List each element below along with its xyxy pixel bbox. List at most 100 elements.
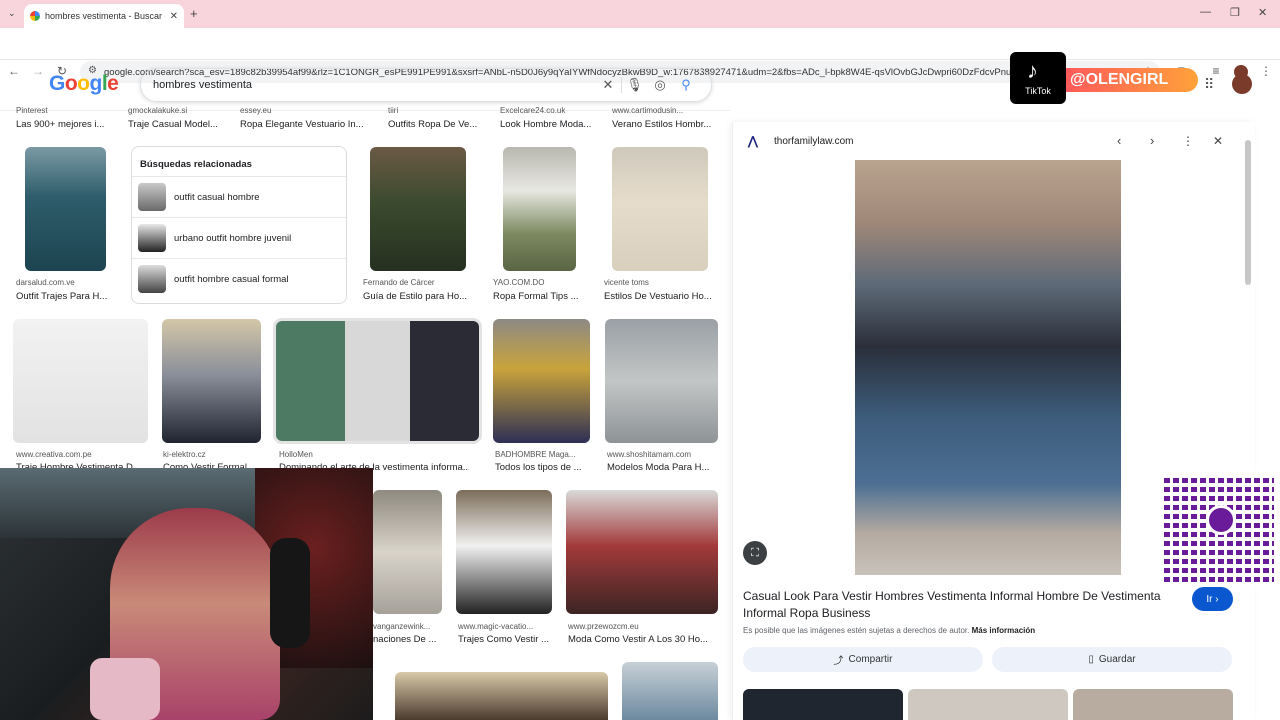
related-preview-image[interactable]	[1073, 689, 1233, 720]
related-item[interactable]: outfit casual hombre	[132, 176, 346, 217]
result-caption[interactable]: Guía de Estilo para Ho...	[363, 291, 473, 302]
result-image[interactable]	[162, 319, 261, 443]
visit-button[interactable]: Ir ›	[1192, 587, 1233, 611]
panel-more-icon[interactable]: ⋮	[1182, 134, 1194, 148]
tiktok-handle: @OLENGIRL	[1070, 71, 1169, 88]
panel-close-icon[interactable]: ✕	[1213, 134, 1223, 148]
copyright-notice: Es posible que las imágenes estén sujeta…	[743, 626, 1035, 635]
tiktok-label: TikTok	[1025, 86, 1051, 96]
related-item[interactable]: outfit hombre casual formal	[132, 258, 346, 299]
window-close-icon[interactable]: ✕	[1258, 6, 1267, 19]
result-caption[interactable]: Verano Estilos Hombr...	[612, 119, 717, 130]
result-caption[interactable]: Moda Como Vestir A Los 30 Ho...	[568, 634, 718, 645]
visit-label: Ir	[1206, 593, 1213, 605]
result-source: essey.eu	[240, 106, 272, 115]
preview-image[interactable]	[855, 160, 1121, 575]
result-image[interactable]	[503, 147, 576, 271]
related-heading: Búsquedas relacionadas	[140, 159, 252, 170]
copyright-text: Es posible que las imágenes estén sujeta…	[743, 626, 970, 635]
result-caption[interactable]: Modelos Moda Para H...	[607, 462, 719, 473]
panel-site-name[interactable]: thorfamilylaw.com	[774, 136, 853, 147]
forward-icon[interactable]: →	[30, 64, 46, 78]
search-input[interactable]: hombres vestimenta	[153, 79, 595, 91]
clear-icon[interactable]: ✕	[595, 77, 621, 93]
tiktok-logo: ♪ TikTok	[1010, 52, 1066, 104]
save-button[interactable]: ▯ Guardar	[992, 647, 1232, 672]
panel-prev-icon[interactable]: ‹	[1117, 133, 1121, 148]
result-caption[interactable]: Look Hombre Moda...	[500, 119, 600, 130]
apps-grid-icon[interactable]: ⠿	[1204, 76, 1214, 93]
google-logo[interactable]: Google	[49, 72, 119, 96]
result-caption[interactable]: naciones De ...	[373, 634, 443, 645]
result-source: darsalud.com.ve	[16, 278, 75, 287]
panel-image-title[interactable]: Casual Look Para Vestir Hombres Vestimen…	[743, 588, 1183, 622]
related-item[interactable]: urbano outfit hombre juvenil	[132, 217, 346, 258]
result-caption[interactable]: Outfit Trajes Para H...	[16, 291, 126, 302]
share-button[interactable]: ⤴ Compartir	[743, 647, 983, 672]
result-source: www.shoshitamam.com	[607, 450, 692, 459]
more-info-link[interactable]: Más información	[972, 626, 1036, 635]
result-caption[interactable]: Las 900+ mejores i...	[16, 119, 116, 130]
result-image[interactable]	[370, 147, 466, 271]
tab-bar: ⌄ hombres vestimenta - Buscar co ✕ + — ❐…	[0, 0, 1280, 28]
related-label: urbano outfit hombre juvenil	[174, 232, 292, 244]
result-image[interactable]	[605, 319, 718, 443]
result-image[interactable]	[612, 147, 708, 271]
result-source: www.magic-vacatio...	[458, 622, 534, 631]
result-caption[interactable]: Trajes Como Vestir ...	[458, 634, 554, 645]
share-label: Compartir	[848, 654, 893, 665]
share-icon: ⤴	[833, 656, 844, 667]
related-label: outfit hombre casual formal	[174, 273, 289, 285]
result-source: www.cartimodusin...	[612, 106, 684, 115]
result-caption[interactable]: Todos los tipos de ...	[495, 462, 591, 473]
result-caption[interactable]: Ropa Elegante Vestuario In...	[240, 119, 370, 130]
tiktok-note-icon: ♪	[1027, 58, 1038, 83]
browser-menu-icon[interactable]: ⋮	[1258, 64, 1274, 78]
result-image[interactable]	[622, 662, 718, 720]
result-source: gmockalakuke.si	[128, 106, 188, 115]
result-caption[interactable]: Ropa Formal Tips ...	[493, 291, 593, 302]
google-favicon-icon	[30, 11, 40, 21]
tiktok-handle-banner: @OLENGIRL	[1066, 68, 1198, 92]
related-preview-image[interactable]	[908, 689, 1068, 720]
result-image[interactable]	[373, 490, 442, 614]
lens-search-icon[interactable]: ⛶	[743, 541, 767, 565]
panel-scrollbar[interactable]	[1245, 140, 1251, 285]
panel-next-icon[interactable]: ›	[1150, 133, 1154, 148]
result-source: Fernando de Cárcer	[363, 278, 435, 287]
browser-tab[interactable]: hombres vestimenta - Buscar co ✕	[24, 4, 184, 28]
related-preview-image[interactable]	[743, 689, 903, 720]
result-caption[interactable]: Estilos De Vestuario Ho...	[604, 291, 716, 302]
voice-search-icon[interactable]: 🎙	[621, 77, 647, 93]
webcam-overlay	[0, 468, 373, 720]
minimize-icon[interactable]: —	[1200, 6, 1211, 18]
new-tab-icon[interactable]: +	[190, 6, 198, 21]
search-box[interactable]: hombres vestimenta ✕ 🎙 ◎ ⚲	[140, 68, 712, 102]
result-source: vanganzewink...	[373, 622, 431, 631]
address-bar: ← → ↻ ⚙ google.com/search?sca_esv=189c82…	[0, 28, 1280, 83]
result-image[interactable]	[13, 319, 148, 443]
webcam-microphone	[270, 538, 310, 648]
account-avatar[interactable]	[1232, 74, 1252, 94]
related-thumb	[138, 183, 166, 211]
restore-icon[interactable]: ❐	[1230, 6, 1240, 19]
back-icon[interactable]: ←	[6, 64, 22, 78]
tab-close-icon[interactable]: ✕	[170, 11, 178, 22]
result-image-selected[interactable]	[276, 321, 479, 441]
result-image[interactable]	[25, 147, 106, 271]
result-image[interactable]	[456, 490, 552, 614]
result-image[interactable]	[395, 672, 608, 720]
tab-list-chevron-icon[interactable]: ⌄	[8, 8, 16, 19]
result-source: Excelcare24.co.uk	[500, 106, 566, 115]
result-image[interactable]	[493, 319, 590, 443]
lens-icon[interactable]: ◎	[647, 77, 673, 93]
result-caption[interactable]: Traje Casual Model...	[128, 119, 228, 130]
search-icon[interactable]: ⚲	[673, 77, 699, 93]
site-favicon-icon: ⋀	[748, 134, 758, 148]
related-searches: Búsquedas relacionadas outfit casual hom…	[131, 146, 347, 304]
yape-logo-icon	[1206, 505, 1236, 535]
result-image[interactable]	[566, 490, 718, 614]
result-source: www.creativa.com.pe	[16, 450, 92, 459]
bookmark-icon: ▯	[1088, 654, 1094, 665]
result-caption[interactable]: Outfits Ropa De Ve...	[388, 119, 483, 130]
